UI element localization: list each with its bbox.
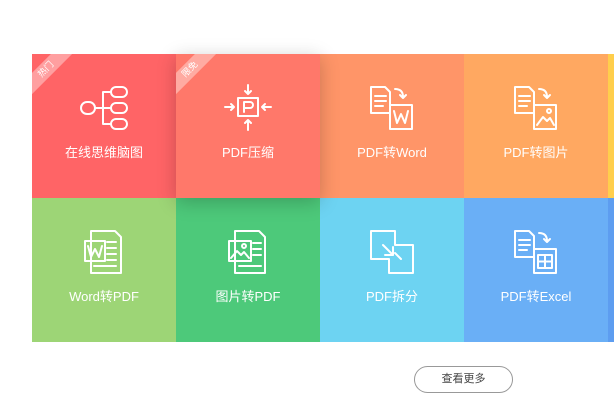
- tool-label: 图片转PDF: [215, 289, 281, 304]
- tool-label: Word转PDF: [69, 289, 139, 304]
- tool-pdf-to-image[interactable]: PDF转图片: [464, 54, 608, 198]
- tool-pdf-compress[interactable]: 限免 PDF压缩: [176, 54, 320, 198]
- tool-label: PDF拆分: [365, 289, 418, 304]
- tool-pdf-to-excel[interactable]: PDF转Excel: [464, 198, 608, 342]
- tool-pdf-split[interactable]: PDF拆分: [320, 198, 464, 342]
- tool-pdf-to-word[interactable]: PDF转Word: [320, 54, 464, 198]
- mind-map-icon: [79, 83, 129, 133]
- pdf-to-excel-icon: [511, 227, 561, 277]
- tool-label: 在线思维脑图: [64, 145, 143, 160]
- tool-label: PDF压缩: [221, 145, 274, 160]
- pdf-to-image-icon: [511, 83, 561, 133]
- tool-label: PDF转Word: [357, 145, 427, 160]
- tool-label: PDF转图片: [503, 145, 569, 160]
- free-badge: 限免: [176, 54, 220, 99]
- tools-grid: 热门 在线思维脑图 限免 PDF压缩 PDF转Word PDF转图片 Word转…: [32, 54, 614, 342]
- next-tile-edge-top: [608, 54, 614, 198]
- word-to-pdf-icon: [79, 227, 129, 277]
- tool-word-to-pdf[interactable]: Word转PDF: [32, 198, 176, 342]
- hot-badge: 热门: [32, 54, 76, 99]
- compress-icon: [223, 83, 273, 133]
- tool-label: PDF转Excel: [500, 289, 572, 304]
- pdf-split-icon: [367, 227, 417, 277]
- next-tile-edge-bottom: [608, 198, 614, 342]
- tool-mind-map[interactable]: 热门 在线思维脑图: [32, 54, 176, 198]
- pdf-to-word-icon: [367, 83, 417, 133]
- view-more-button[interactable]: 查看更多: [414, 366, 513, 393]
- image-to-pdf-icon: [223, 227, 273, 277]
- tool-image-to-pdf[interactable]: 图片转PDF: [176, 198, 320, 342]
